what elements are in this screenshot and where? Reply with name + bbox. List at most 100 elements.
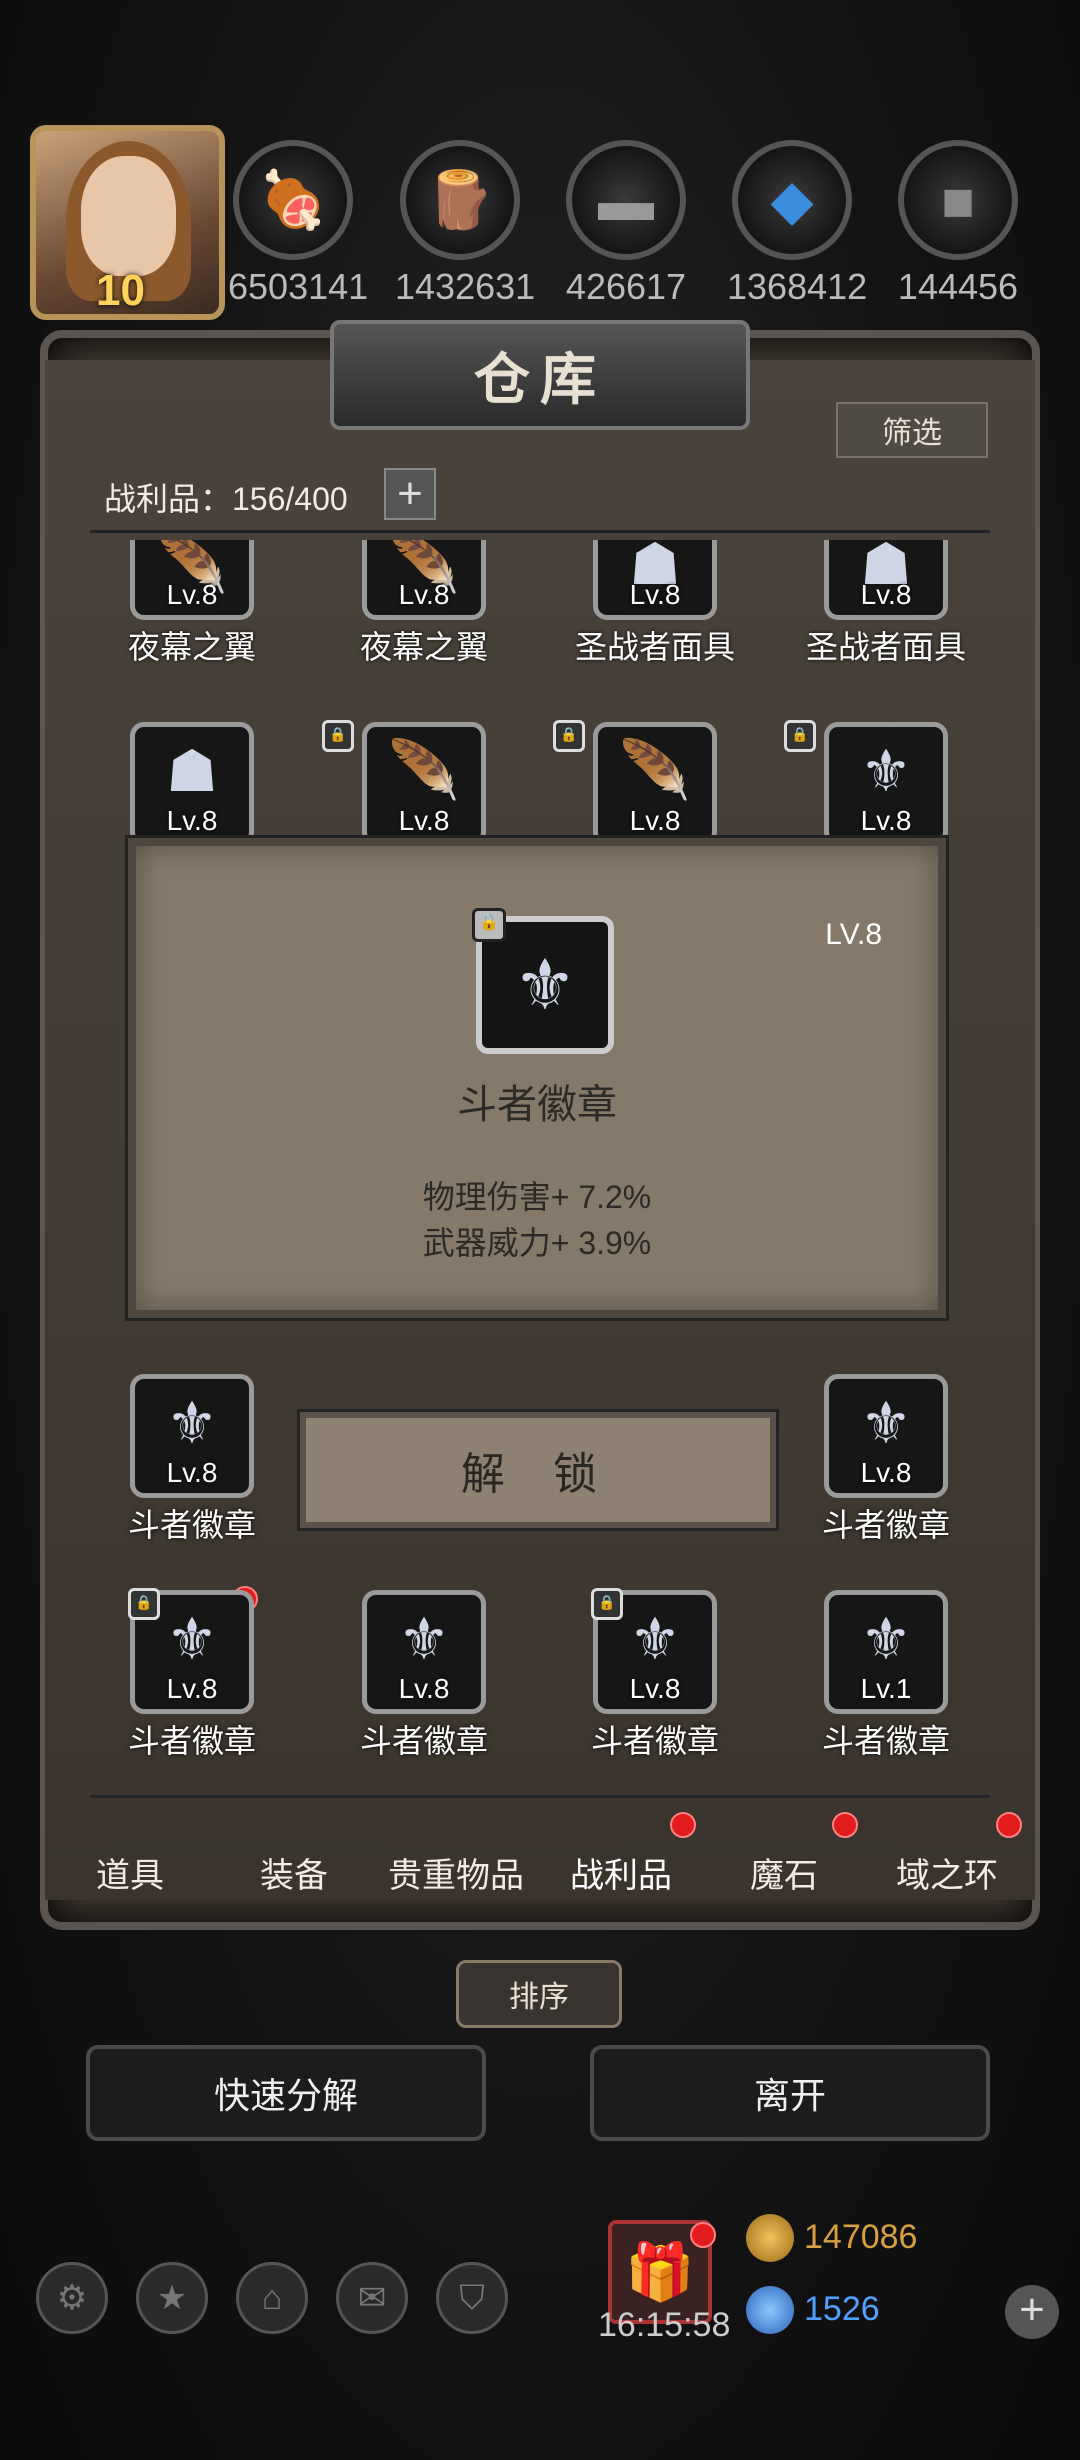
popup-level: LV.8 [825, 918, 882, 951]
unlock-button[interactable]: 解 锁 [300, 1412, 776, 1528]
item-level: Lv.8 [166, 805, 218, 836]
grid-item[interactable]: ☗ Lv.8 [92, 722, 292, 846]
item-name: 圣战者面具 [805, 629, 966, 665]
divider [90, 1795, 990, 1798]
item-frame: 🪶 Lv.8 [593, 722, 717, 846]
notification-dot [690, 2222, 716, 2248]
crystal-icon: ◆ [732, 140, 852, 260]
item-level: Lv.8 [629, 1673, 681, 1704]
resource-value: 6503141 [228, 266, 369, 307]
grid-item[interactable]: 🔒 🪶 Lv.8 [553, 720, 755, 846]
shop-icon[interactable]: ⛉ [436, 2262, 508, 2334]
divider [90, 530, 990, 533]
lock-icon: 🔒 [128, 1588, 160, 1620]
expand-capacity-button[interactable]: + [384, 468, 436, 520]
resource-value: 1368412 [727, 266, 868, 307]
resource-crystal[interactable]: ◆ 1368412 [727, 140, 868, 308]
notification-dot [832, 1812, 858, 1838]
player-avatar[interactable]: 10 [30, 125, 225, 320]
item-level: Lv.8 [629, 805, 681, 836]
grid-item[interactable]: 🪶 Lv.8 夜幕之翼 [324, 540, 524, 668]
badge-icon: ⚜ [398, 1607, 450, 1672]
resource-value: 1432631 [395, 266, 536, 307]
guild-icon[interactable]: ⌂ [236, 2262, 308, 2334]
item-frame: ⚜ Lv.8 [362, 1590, 486, 1714]
item-frame: ⚜ Lv.8 [130, 1374, 254, 1498]
grid-item[interactable]: 🪶 Lv.8 夜幕之翼 [92, 540, 292, 668]
grid-item[interactable]: ☗ Lv.8 圣战者面具 [786, 540, 986, 668]
item-level: Lv.8 [860, 1457, 912, 1488]
add-currency-button[interactable]: + [1005, 2285, 1059, 2339]
lock-icon: 🔒 [784, 720, 816, 752]
item-level: Lv.8 [166, 1673, 218, 1704]
resource-meat[interactable]: 🍖 6503141 [228, 140, 369, 308]
lock-icon: 🔒 [322, 720, 354, 752]
stone-icon: ■ [898, 140, 1018, 260]
badge-icon: ⚜ [860, 1391, 912, 1456]
item-level: Lv.8 [166, 579, 218, 610]
player-level: 10 [96, 266, 145, 315]
badge-icon: ⚜ [860, 739, 912, 804]
lock-icon: 🔒 [553, 720, 585, 752]
grid-item[interactable]: 🔒 ⚜ Lv.8 斗者徽章 [555, 1588, 755, 1762]
item-frame: ⚜ Lv.8 [824, 722, 948, 846]
tab-items[interactable]: 道具 [96, 1848, 164, 1897]
tab-domain-ring[interactable]: 域之环 [896, 1848, 998, 1897]
resource-value: 144456 [897, 266, 1019, 307]
item-detail-popup: ⚜ 🔒 LV.8 斗者徽章 物理伤害+ 7.2% 武器威力+ 3.9% [128, 838, 946, 1318]
item-name: 斗者徽章 [127, 1507, 256, 1543]
item-frame: ⚜ Lv.8 [824, 1374, 948, 1498]
resource-iron[interactable]: ▬ 426617 [561, 140, 691, 308]
item-frame: ☗ Lv.8 [593, 540, 717, 620]
mask-icon: ☗ [166, 739, 218, 804]
item-frame: ⚜ Lv.1 [824, 1590, 948, 1714]
resource-value: 426617 [565, 266, 687, 307]
resource-wood[interactable]: 🪵 1432631 [395, 140, 536, 308]
item-level: Lv.1 [860, 1673, 912, 1704]
quick-decompose-button[interactable]: 快速分解 [86, 2045, 486, 2141]
resource-stone[interactable]: ■ 144456 [893, 140, 1023, 308]
item-level: Lv.8 [860, 579, 912, 610]
warehouse-title: 仓库 [330, 320, 750, 430]
item-name: 斗者徽章 [127, 1723, 256, 1759]
lock-icon: 🔒 [472, 908, 506, 942]
loot-capacity: 战利品：156/400 [104, 481, 348, 517]
leave-button[interactable]: 离开 [590, 2045, 990, 2141]
item-name: 圣战者面具 [574, 629, 735, 665]
gold-icon [746, 2214, 794, 2262]
item-frame: 🪶 Lv.8 [362, 722, 486, 846]
item-level: Lv.8 [398, 805, 450, 836]
badge-icon: ⚜ [860, 1607, 912, 1672]
grid-item[interactable]: ⚜ Lv.8 斗者徽章 [324, 1590, 524, 1762]
wing-icon: 🪶 [387, 738, 461, 803]
tab-valuables[interactable]: 贵重物品 [388, 1848, 524, 1897]
grid-item[interactable]: 🔒 ⚜ Lv.8 [784, 720, 986, 846]
settings-icon[interactable]: ⚙ [36, 2262, 108, 2334]
mail-icon[interactable]: ✉ [336, 2262, 408, 2334]
grid-item[interactable]: 🔒 🪶 Lv.8 [322, 720, 524, 846]
filter-button[interactable]: 筛选 [836, 402, 988, 458]
tab-magic-stone[interactable]: 魔石 [750, 1848, 818, 1897]
grid-item[interactable]: ⚜ Lv.8 斗者徽章 [786, 1374, 986, 1546]
grid-item[interactable]: ☗ Lv.8 圣战者面具 [555, 540, 755, 668]
item-name: 斗者徽章 [359, 1723, 488, 1759]
tab-equipment[interactable]: 装备 [260, 1848, 328, 1897]
notification-dot [996, 1812, 1022, 1838]
item-level: Lv.8 [398, 579, 450, 610]
grid-item[interactable]: 🔒 ⚜ Lv.8 斗者徽章 [92, 1586, 292, 1762]
item-level: Lv.8 [860, 805, 912, 836]
grid-item[interactable]: ⚜ Lv.1 斗者徽章 [786, 1590, 986, 1762]
item-level: Lv.8 [166, 1457, 218, 1488]
item-name: 斗者徽章 [590, 1723, 719, 1759]
sort-button[interactable]: 排序 [456, 1960, 622, 2028]
grid-item[interactable]: ⚜ Lv.8 斗者徽章 [92, 1374, 292, 1546]
gift-timer: 16:15:58 [598, 2306, 731, 2344]
item-level: Lv.8 [398, 1673, 450, 1704]
tab-loot[interactable]: 战利品 [570, 1848, 672, 1897]
gem-icon [746, 2286, 794, 2334]
popup-stat: 物理伤害+ 7.2% [422, 1179, 652, 1215]
achievement-icon[interactable]: ★ [136, 2262, 208, 2334]
item-level: Lv.8 [629, 579, 681, 610]
popup-stat: 武器威力+ 3.9% [422, 1225, 652, 1261]
avatar-face [81, 156, 176, 276]
